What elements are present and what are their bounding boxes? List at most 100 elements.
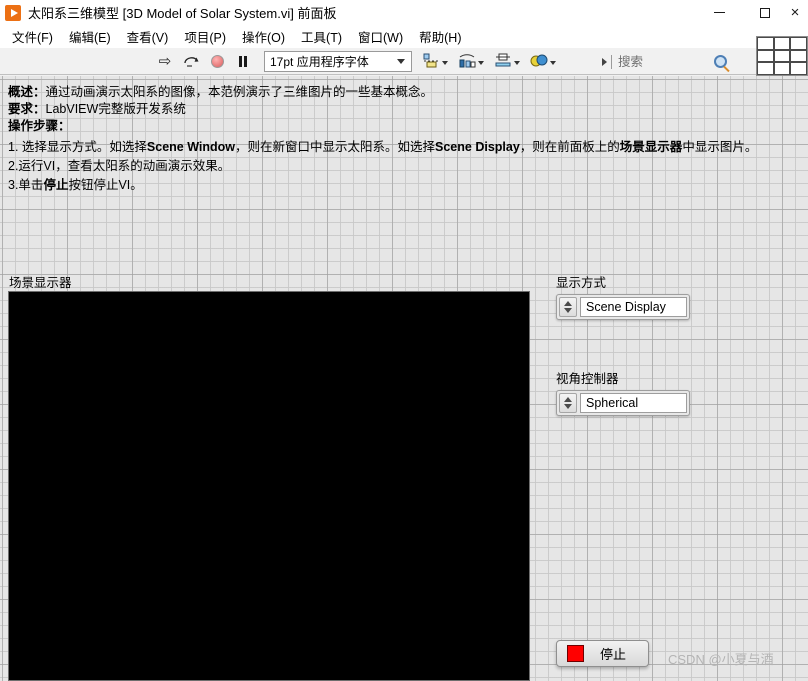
expand-arrow-icon[interactable] xyxy=(602,57,607,66)
stop-button-label: 停止 xyxy=(599,647,626,662)
front-panel-canvas: 概述：通过动画演示太阳系的图像，本范例演示了三维图片的一些基本概念。 要求：La… xyxy=(0,76,808,681)
menu-edit[interactable]: 编辑(E) xyxy=(61,24,119,49)
distribute-objects-icon xyxy=(457,52,477,70)
search-box[interactable] xyxy=(602,51,752,72)
steps-heading: 操作步骤： xyxy=(8,118,798,135)
docked-palette-panel[interactable] xyxy=(756,36,808,76)
increment-down-icon[interactable] xyxy=(564,308,572,313)
steps-block: 1. 选择显示方式。如选择Scene Window，则在新窗口中显示太阳系。如选… xyxy=(8,138,803,195)
palette-cell[interactable] xyxy=(773,62,791,75)
step-text: 1. 选择显示方式。如选择 xyxy=(8,140,147,154)
step-text: 3.单击 xyxy=(8,178,44,192)
search-input[interactable] xyxy=(618,54,714,69)
overview-text: 通过动画演示太阳系的图像，本范例演示了三维图片的一些基本概念。 xyxy=(45,85,434,99)
view-controller-ring[interactable]: Spherical xyxy=(556,390,690,416)
font-selector-value: 17pt 应用程序字体 xyxy=(270,54,369,69)
menu-window[interactable]: 窗口(W) xyxy=(350,24,411,49)
step-item: 2.运行VI，查看太阳系的动画演示效果。 xyxy=(8,157,803,176)
menu-operate[interactable]: 操作(O) xyxy=(234,24,293,49)
palette-cell[interactable] xyxy=(790,49,807,63)
step-text: ，则在新窗口中显示太阳系。如选择 xyxy=(235,140,436,154)
menu-bar: 文件(F) 编辑(E) 查看(V) 项目(P) 操作(O) 工具(T) 窗口(W… xyxy=(0,25,808,48)
display-mode-group: 显示方式 Scene Display xyxy=(556,272,690,320)
increment-down-icon[interactable] xyxy=(564,404,572,409)
step-text: 按钮停止VI。 xyxy=(68,178,143,192)
palette-cell[interactable] xyxy=(790,62,807,75)
palette-cell[interactable] xyxy=(773,49,791,63)
view-controller-label: 视角控制器 xyxy=(556,372,619,386)
reorder-objects-button[interactable] xyxy=(529,52,556,70)
overview-label: 概述： xyxy=(8,85,46,99)
labview-vi-icon xyxy=(5,4,21,21)
maximize-icon xyxy=(760,7,770,18)
view-controller-increment[interactable] xyxy=(559,393,577,413)
pause-button[interactable] xyxy=(231,50,255,73)
step-bold: Scene Display xyxy=(435,140,520,154)
overview-line: 概述：通过动画演示太阳系的图像，本范例演示了三维图片的一些基本概念。 xyxy=(8,84,798,101)
run-arrow-icon: ⇨ xyxy=(158,52,172,70)
view-controller-group: 视角控制器 Spherical xyxy=(556,368,690,416)
font-selector[interactable]: 17pt 应用程序字体 xyxy=(264,50,412,72)
display-mode-label: 显示方式 xyxy=(556,276,607,290)
step-text: 中显示图片。 xyxy=(682,140,758,154)
requirement-text: LabVIEW完整版开发系统 xyxy=(45,102,186,116)
palette-cell[interactable] xyxy=(757,37,774,50)
align-objects-button[interactable] xyxy=(421,52,448,70)
step-bold: Scene Window xyxy=(146,140,235,154)
scene-display-label: 场景显示器 xyxy=(9,276,72,290)
step-text: ，则在前面板上的 xyxy=(519,140,620,154)
run-button[interactable]: ⇨ xyxy=(153,50,177,73)
chevron-down-icon xyxy=(514,61,520,65)
run-continuously-button[interactable] xyxy=(179,50,203,73)
step-item: 3.单击停止按钮停止VI。 xyxy=(8,176,803,195)
display-mode-ring[interactable]: Scene Display xyxy=(556,294,690,320)
increment-up-icon[interactable] xyxy=(564,301,572,306)
reorder-objects-icon xyxy=(529,52,549,70)
resize-objects-button[interactable] xyxy=(493,52,520,70)
step-bold: 停止 xyxy=(43,178,69,192)
menu-view[interactable]: 查看(V) xyxy=(119,24,177,49)
abort-execution-button[interactable] xyxy=(205,50,229,73)
menu-file[interactable]: 文件(F) xyxy=(4,24,61,49)
step-bold: 场景显示器 xyxy=(619,140,683,154)
chevron-down-icon xyxy=(442,61,448,65)
distribute-objects-button[interactable] xyxy=(457,52,484,70)
menu-tools[interactable]: 工具(T) xyxy=(293,24,350,49)
divider xyxy=(611,54,612,69)
scene-display-indicator[interactable] xyxy=(8,291,530,681)
view-controller-value[interactable]: Spherical xyxy=(580,393,687,413)
minimize-icon xyxy=(713,12,725,13)
pause-icon xyxy=(239,55,247,67)
menu-help[interactable]: 帮助(H) xyxy=(411,24,469,49)
magnifier-icon[interactable] xyxy=(714,55,727,68)
maximize-button[interactable] xyxy=(742,0,788,25)
toolbar: ⇨ 17pt 应用程序字体 搜索 xyxy=(0,48,808,75)
step-item: 1. 选择显示方式。如选择Scene Window，则在新窗口中显示太阳系。如选… xyxy=(8,138,803,157)
chevron-down-icon xyxy=(397,59,405,64)
labview-front-panel-window: 太阳系三维模型 [3D Model of Solar System.vi] 前面… xyxy=(0,0,808,681)
increment-up-icon[interactable] xyxy=(564,397,572,402)
palette-cell[interactable] xyxy=(757,49,774,63)
menu-project[interactable]: 项目(P) xyxy=(176,24,234,49)
abort-execution-icon xyxy=(210,54,224,68)
display-mode-value[interactable]: Scene Display xyxy=(580,297,687,317)
chevron-down-icon xyxy=(550,61,556,65)
window-controls: × xyxy=(696,0,808,25)
align-objects-icon xyxy=(421,52,441,70)
palette-cell[interactable] xyxy=(773,37,791,50)
step-text: 2.运行VI，查看太阳系的动画演示效果。 xyxy=(8,159,231,173)
title-bar: 太阳系三维模型 [3D Model of Solar System.vi] 前面… xyxy=(0,0,808,25)
watermark: CSDN @小夏与酒 xyxy=(668,652,774,667)
minimize-button[interactable] xyxy=(696,0,742,25)
close-icon: × xyxy=(790,4,800,21)
palette-cell[interactable] xyxy=(757,62,774,75)
palette-cell[interactable] xyxy=(790,37,807,50)
stop-button[interactable]: 停止 xyxy=(556,640,649,667)
close-button[interactable]: × xyxy=(788,0,808,25)
window-title: 太阳系三维模型 [3D Model of Solar System.vi] 前面… xyxy=(28,6,337,21)
resize-objects-icon xyxy=(493,52,513,70)
steps-heading-label: 操作步骤： xyxy=(8,119,71,133)
run-continuously-icon xyxy=(183,56,198,67)
stop-led-icon xyxy=(567,645,584,662)
display-mode-increment[interactable] xyxy=(559,297,577,317)
